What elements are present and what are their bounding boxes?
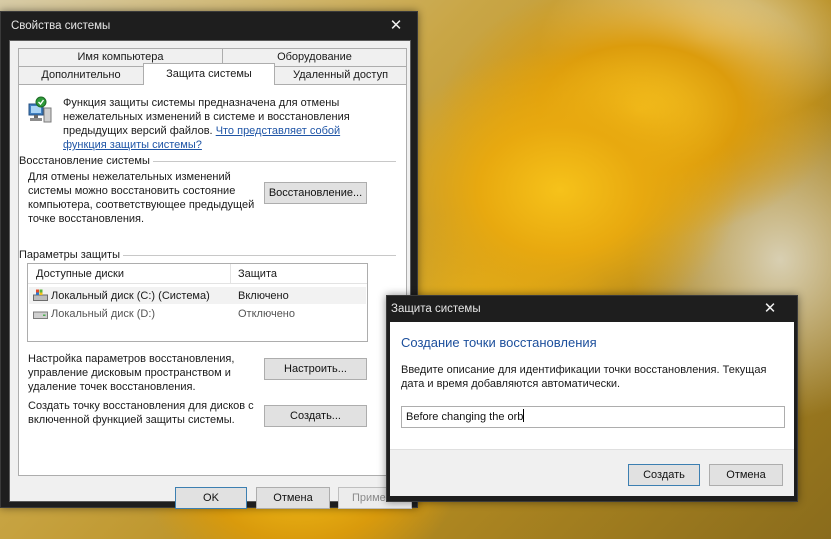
- dialog-body: Создание точки восстановления Введите оп…: [390, 322, 794, 449]
- close-icon[interactable]: ✕: [757, 296, 783, 322]
- group-divider: [123, 255, 396, 256]
- dialog-description: Введите описание для идентификации точки…: [401, 364, 767, 390]
- drive-name: Локальный диск (C:) (Система): [51, 290, 210, 302]
- tab-remote[interactable]: Удаленный доступ: [274, 66, 407, 85]
- system-restore-button[interactable]: Восстановление...: [264, 182, 367, 204]
- ok-button[interactable]: OK: [175, 487, 247, 509]
- dialog-heading: Создание точки восстановления: [401, 335, 597, 350]
- create-restore-point-dialog: Защита системы ✕ Создание точки восстано…: [386, 295, 798, 502]
- window-title: Свойства системы: [11, 20, 111, 32]
- system-drive-icon: [33, 289, 48, 301]
- configure-description: Настройка параметров восстановления, упр…: [28, 353, 235, 393]
- dialog-footer: Создать Отмена: [390, 449, 794, 496]
- text-caret: [523, 409, 525, 422]
- dialog-cancel-button[interactable]: Отмена: [709, 464, 783, 486]
- dialog-create-button[interactable]: Создать: [628, 464, 700, 486]
- window-client-area: Имя компьютера Оборудование Дополнительн…: [9, 40, 412, 509]
- cancel-button[interactable]: Отмена: [256, 487, 330, 509]
- intro-text: Функция защиты системы предназначена для…: [63, 97, 350, 151]
- restore-point-description-input[interactable]: Before changing the orb: [401, 406, 785, 428]
- drive-icon: [33, 311, 48, 319]
- list-header: Доступные диски Защита: [28, 264, 367, 284]
- column-header-protection[interactable]: Защита: [238, 267, 277, 281]
- list-item[interactable]: Локальный диск (D:) Отключено: [29, 305, 366, 322]
- drive-status: Включено: [238, 290, 289, 302]
- system-properties-window: Свойства системы ✕ Имя компьютера Оборуд…: [0, 11, 418, 509]
- configure-button[interactable]: Настроить...: [264, 358, 367, 380]
- drives-list[interactable]: Доступные диски Защита Локальный диск (C…: [27, 263, 368, 342]
- tab-system-protection[interactable]: Защита системы: [143, 63, 275, 85]
- close-icon[interactable]: ✕: [383, 12, 409, 40]
- list-item[interactable]: Локальный диск (C:) (Система) Включено: [29, 287, 366, 304]
- tab-advanced[interactable]: Дополнительно: [18, 66, 144, 85]
- create-restore-point-button[interactable]: Создать...: [264, 405, 367, 427]
- group-divider: [153, 161, 396, 162]
- drive-status: Отключено: [238, 308, 295, 320]
- input-value: Before changing the orb: [406, 411, 524, 423]
- dialog-title: Защита системы: [391, 303, 481, 315]
- system-protection-icon: [27, 96, 53, 124]
- tab-panel-system-protection: Функция защиты системы предназначена для…: [18, 84, 407, 476]
- column-header-drives[interactable]: Доступные диски: [36, 267, 124, 281]
- window-titlebar[interactable]: Свойства системы: [1, 12, 417, 40]
- create-description: Создать точку восстановления для дисков …: [28, 400, 254, 426]
- column-separator: [230, 264, 231, 284]
- restore-description: Для отмены нежелательных изменений систе…: [28, 171, 255, 225]
- drive-name: Локальный диск (D:): [51, 308, 156, 320]
- dialog-titlebar[interactable]: Защита системы: [387, 296, 797, 322]
